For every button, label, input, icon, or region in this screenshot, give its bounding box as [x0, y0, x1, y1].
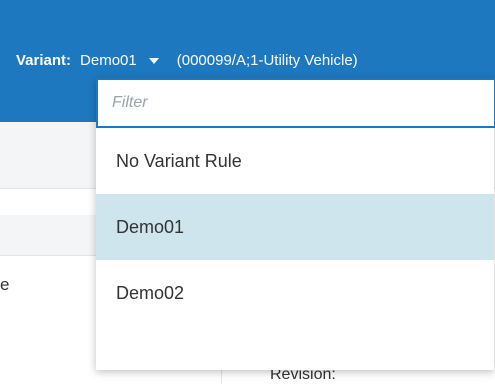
background-divider — [0, 255, 100, 256]
filter-input[interactable] — [96, 78, 495, 128]
option-demo02[interactable]: Demo02 — [96, 260, 494, 326]
option-label: Demo01 — [116, 216, 185, 237]
variant-dropdown-menu: No Variant Rule Demo01 Demo02 — [96, 78, 495, 370]
background-text-fragment: e — [0, 275, 10, 294]
option-label: Demo02 — [116, 282, 185, 303]
variant-selector-row: Variant: Demo01 (000099/A;1-Utility Vehi… — [16, 49, 358, 71]
variant-dropdown-toggle[interactable]: Demo01 — [80, 52, 177, 69]
variant-options-list: No Variant Rule Demo01 Demo02 — [96, 128, 494, 326]
variant-context: (000099/A;1-Utility Vehicle) — [176, 51, 358, 69]
option-label: No Variant Rule — [116, 150, 242, 171]
background-row — [0, 215, 100, 255]
variant-label: Variant: — [16, 51, 72, 69]
option-demo01[interactable]: Demo01 — [96, 194, 494, 260]
option-no-variant-rule[interactable]: No Variant Rule — [96, 128, 494, 194]
variant-value: Demo01 — [80, 51, 137, 69]
chevron-down-icon — [148, 58, 159, 64]
